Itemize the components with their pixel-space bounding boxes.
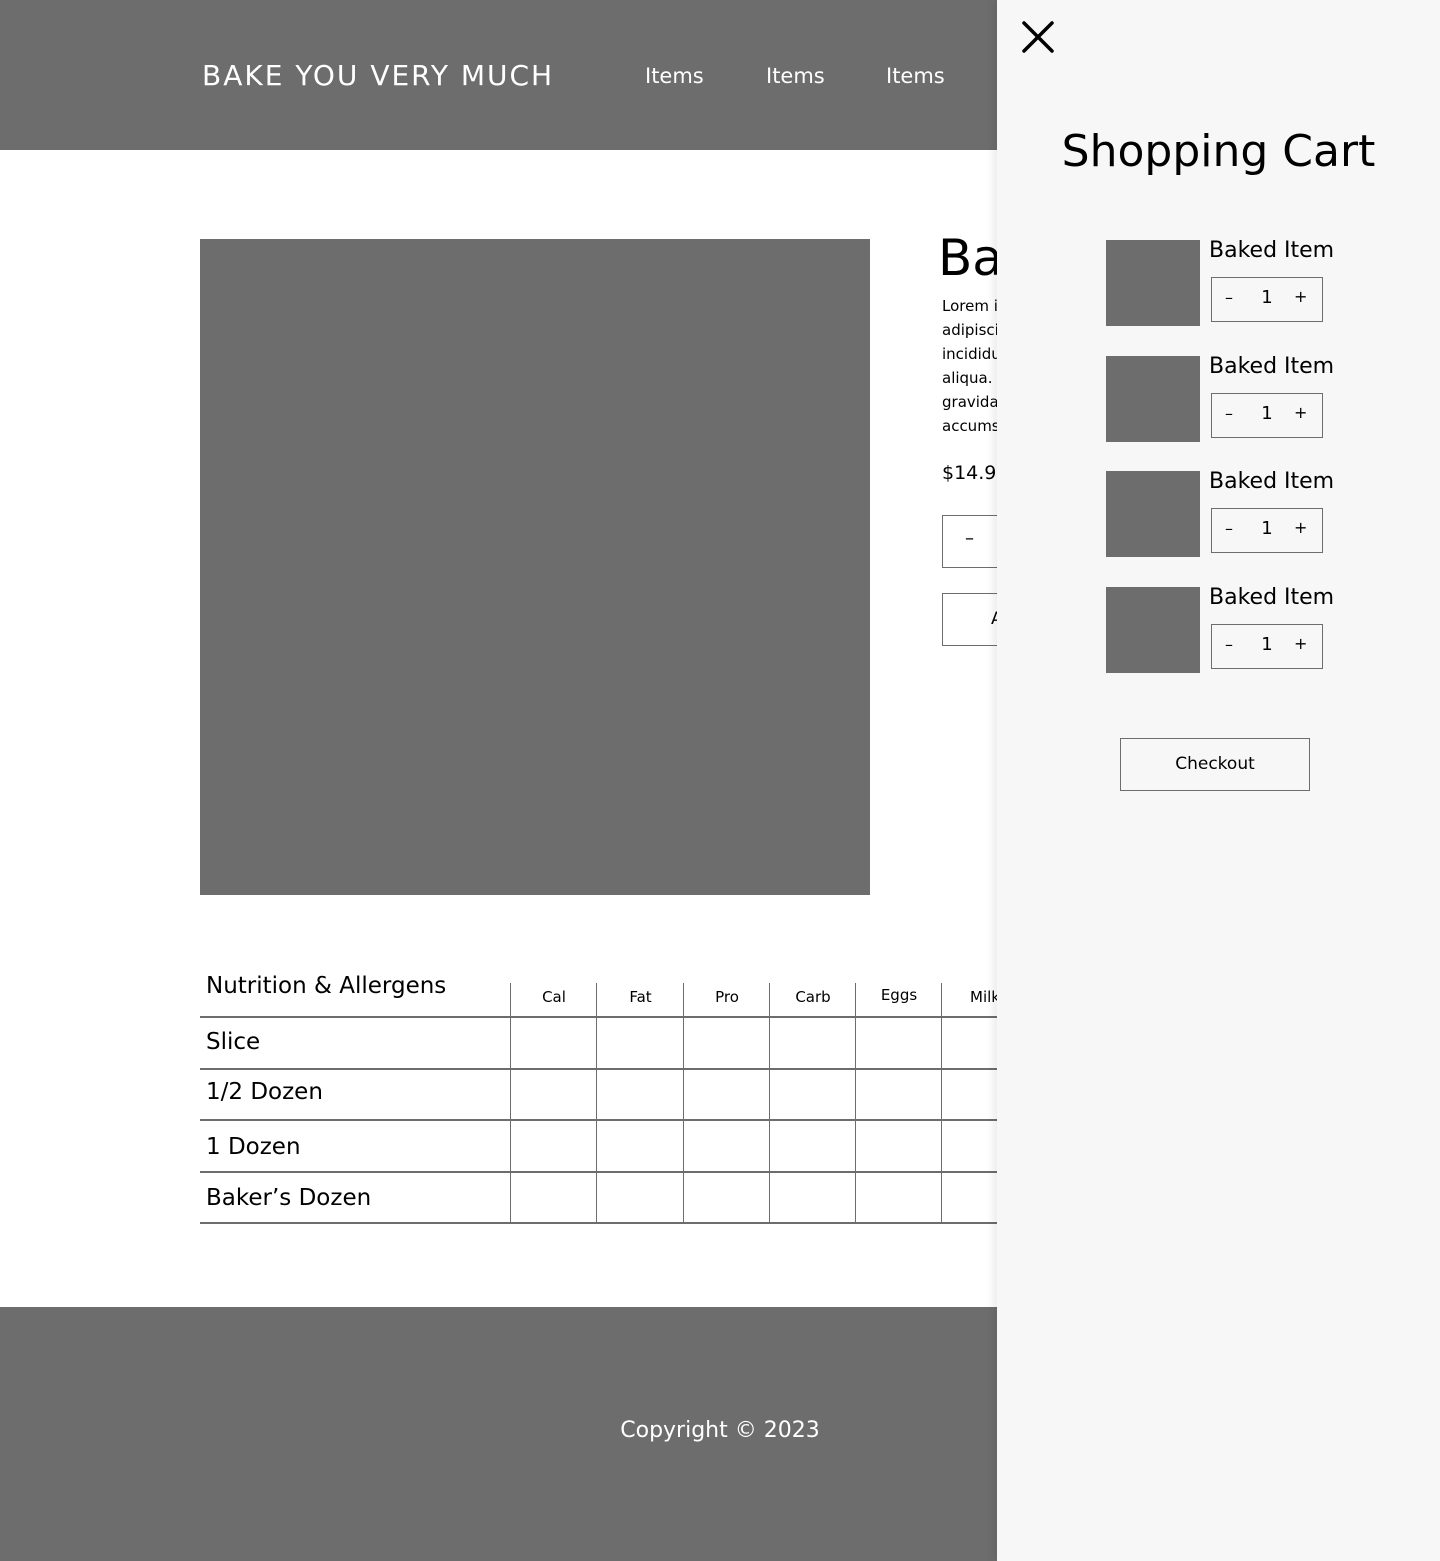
column-header-fat: Fat [596,983,684,1017]
cart-item-thumbnail [1106,587,1200,673]
table-divider [200,1016,1020,1018]
table-row-label: 1 Dozen [206,1134,301,1160]
column-header-eggs: Eggs [855,983,942,1017]
table-row-label: 1/2 Dozen [206,1079,323,1105]
decrement-button[interactable]: – [1225,288,1233,307]
quantity-stepper: 1 – + [1211,508,1323,553]
increment-button[interactable]: + [1294,287,1307,306]
table-divider [200,1222,1020,1224]
increment-button[interactable]: + [1294,518,1307,537]
cart-item-thumbnail [1106,240,1200,326]
cart-item: Baked Item 1 – + [1106,585,1334,673]
table-column-line [510,1017,511,1223]
nav-item-1[interactable]: Items [645,62,704,90]
cart-item-thumbnail [1106,356,1200,442]
checkout-button[interactable]: Checkout [1120,738,1310,791]
table-column-line [683,1017,684,1223]
quantity-stepper: 1 – + [1211,277,1323,322]
increment-button[interactable]: + [1294,403,1307,422]
table-column-line [769,1017,770,1223]
quantity-stepper: 1 – + [1211,393,1323,438]
table-row-label: Slice [206,1029,261,1055]
nutrition-title: Nutrition & Allergens [206,973,447,999]
increment-button[interactable]: + [1294,634,1307,653]
cart-item: Baked Item 1 – + [1106,354,1334,442]
decrement-button[interactable]: – [965,528,974,549]
table-column-line [855,1017,856,1223]
column-header-cal: Cal [510,983,597,1017]
close-icon[interactable] [1018,14,1058,58]
cart-item-name: Baked Item [1209,469,1335,494]
cart-item: Baked Item 1 – + [1106,469,1334,557]
cart-item-name: Baked Item [1209,354,1335,379]
table-column-line [596,1017,597,1223]
cart-item-name: Baked Item [1209,585,1335,610]
cart-title: Shopping Cart [1061,126,1376,177]
column-header-pro: Pro [683,983,770,1017]
decrement-button[interactable]: – [1225,635,1233,654]
cart-item-name: Baked Item [1209,238,1335,263]
decrement-button[interactable]: – [1225,404,1233,423]
table-divider [200,1068,1020,1070]
nav-item-2[interactable]: Items [766,62,825,90]
cart-item-thumbnail [1106,471,1200,557]
cart-item: Baked Item 1 – + [1106,238,1334,326]
column-header-carb: Carb [769,983,856,1017]
quantity-stepper: 1 – + [1211,624,1323,669]
brand-logo[interactable]: BAKE YOU VERY MUCH [202,58,554,94]
decrement-button[interactable]: – [1225,519,1233,538]
table-row-label: Baker’s Dozen [206,1185,372,1211]
table-divider [200,1119,1020,1121]
product-image [200,239,870,895]
table-column-line [941,1017,942,1223]
nav-item-3[interactable]: Items [886,62,945,90]
table-divider [200,1171,1020,1173]
